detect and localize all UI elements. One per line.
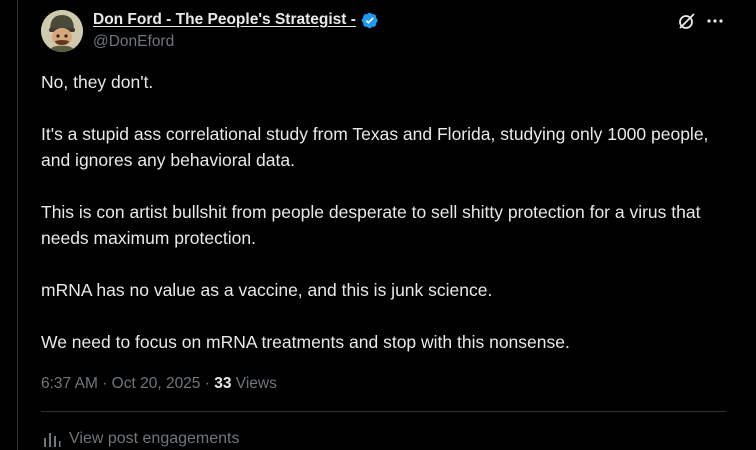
tweet-paragraph: No, they don't.	[41, 72, 154, 92]
tweet-time[interactable]: 6:37 AM	[41, 375, 98, 392]
tweet-text: No, they don't. It's a stupid ass correl…	[41, 69, 731, 381]
grok-icon[interactable]	[675, 10, 699, 32]
tweet-meta: 6:37 AM · Oct 20, 2025 · 33 Views	[41, 375, 277, 393]
verified-badge-icon[interactable]	[360, 11, 379, 30]
tweet-paragraph: We need to focus on mRNA treatments and …	[41, 332, 570, 352]
view-engagements-label: View post engagements	[69, 430, 240, 447]
meta-separator: ·	[102, 375, 108, 392]
thread-rule	[17, 0, 18, 450]
views-label: Views	[235, 375, 277, 392]
views-count: 33	[214, 375, 232, 392]
author-handle[interactable]: @DonEford	[93, 33, 174, 51]
meta-separator: ·	[204, 375, 210, 392]
bar-chart-icon	[44, 433, 61, 447]
author-name-row: Don Ford - The People's Strategist -	[93, 10, 379, 30]
view-engagements-link[interactable]: View post engagements	[43, 430, 239, 448]
tweet-paragraph: It's a stupid ass correlational study fr…	[41, 124, 709, 170]
author-display-name[interactable]: Don Ford - The People's Strategist -	[93, 11, 356, 29]
more-icon[interactable]	[703, 10, 727, 32]
tweet-paragraph: mRNA has no value as a vaccine, and this…	[41, 280, 493, 300]
avatar[interactable]	[41, 10, 83, 52]
tweet-date[interactable]: Oct 20, 2025	[112, 375, 201, 392]
tweet-paragraph: This is con artist bullshit from people …	[41, 202, 701, 248]
divider	[41, 411, 726, 412]
avatar-image	[41, 10, 83, 52]
